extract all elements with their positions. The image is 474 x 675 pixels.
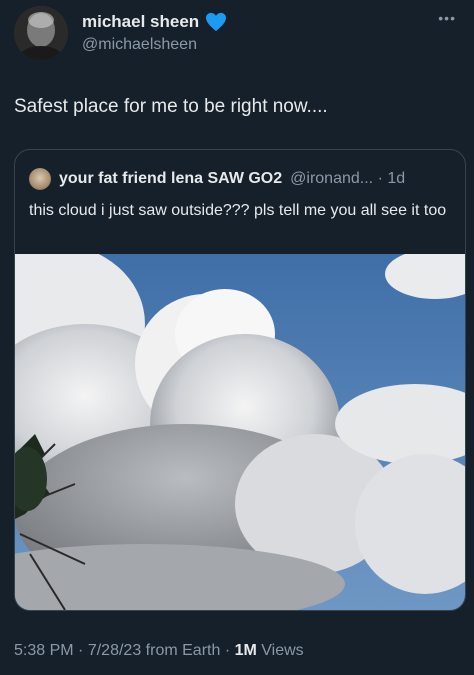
separator: ·	[78, 642, 84, 659]
quoted-avatar	[29, 168, 51, 190]
author-handle[interactable]: @michaelsheen	[82, 36, 197, 54]
cloud-photo	[15, 254, 465, 610]
author-name-row: michael sheen	[82, 12, 227, 32]
tweet-metadata: 5:38 PM · 7/28/23 from Earth · 1M Views	[14, 642, 304, 660]
quoted-tweet-image[interactable]	[15, 254, 465, 610]
tweet-text: Safest place for me to be right now....	[14, 96, 328, 117]
quoted-handle: @ironand... · 1d	[290, 170, 406, 187]
views-count[interactable]: 1M	[235, 642, 257, 659]
more-options-icon[interactable]: •••	[438, 10, 456, 26]
author-display-name[interactable]: michael sheen	[82, 12, 199, 32]
quoted-tweet-text: this cloud i just saw outside??? pls tel…	[29, 202, 447, 219]
tweet-time[interactable]: 5:38 PM	[14, 642, 74, 659]
separator: ·	[224, 642, 231, 659]
tweet-date[interactable]: 7/28/23	[88, 642, 141, 659]
tweet-source: from Earth	[145, 642, 221, 659]
quoted-tweet[interactable]: your fat friend lena SAW GO2 @ironand...…	[14, 149, 466, 611]
avatar[interactable]	[14, 6, 68, 60]
quoted-tweet-header: your fat friend lena SAW GO2 @ironand...…	[29, 168, 405, 190]
avatar-photo	[14, 6, 68, 60]
quoted-display-name: your fat friend lena SAW GO2	[59, 170, 283, 187]
blue-heart-icon	[205, 12, 227, 32]
views-label[interactable]: Views	[261, 642, 303, 659]
